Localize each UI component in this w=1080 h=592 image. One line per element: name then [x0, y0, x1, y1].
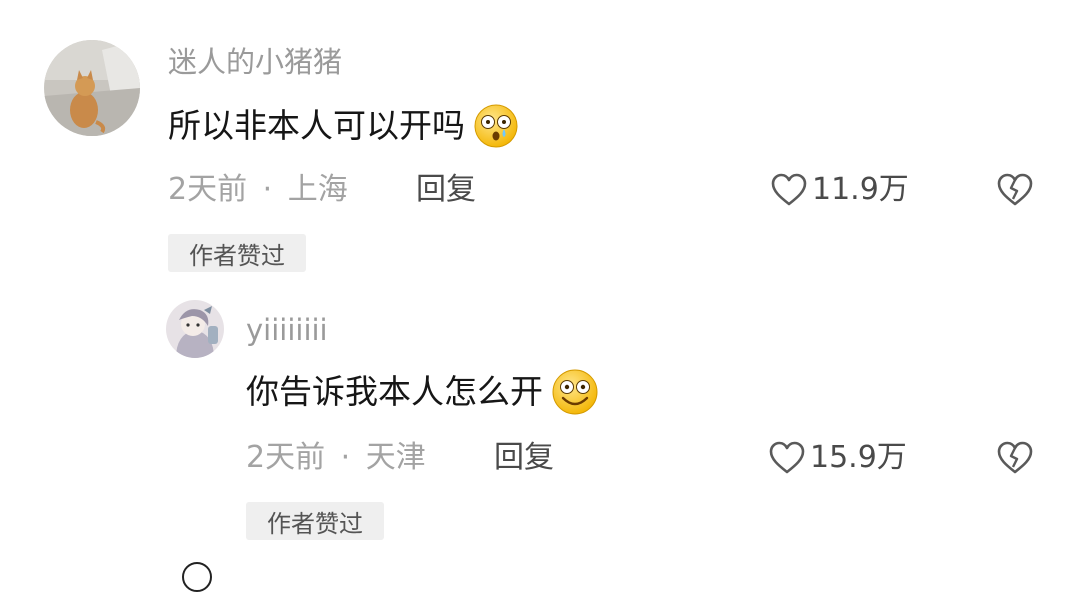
comment-meta: 2天前 · 上海	[168, 170, 348, 210]
reply-location: 天津	[365, 440, 426, 475]
reply-text-row: 你告诉我本人怎么开	[246, 368, 599, 416]
reply-button[interactable]: 回复	[494, 438, 554, 478]
author-liked-badge: 作者赞过	[246, 502, 384, 540]
reply-username[interactable]: yiiiiiiii	[246, 312, 328, 348]
heart-outline-icon	[770, 172, 808, 208]
illustrated-avatar-image	[166, 300, 224, 358]
comment-username[interactable]: 迷人的小猪猪	[168, 44, 342, 80]
reply-button[interactable]: 回复	[416, 170, 476, 210]
heart-outline-icon	[768, 440, 806, 476]
comment-location: 上海	[287, 172, 348, 207]
like-count: 15.9万	[810, 440, 907, 475]
author-liked-badge: 作者赞过	[168, 234, 306, 272]
dislike-button[interactable]	[996, 172, 1034, 208]
grinning-face-emoji-icon	[551, 368, 599, 416]
broken-heart-icon	[997, 441, 1033, 474]
like-button[interactable]: 15.9万	[768, 438, 907, 478]
meta-separator: ·	[262, 172, 273, 207]
avatar[interactable]	[166, 300, 224, 358]
reply-meta: 2天前 · 天津	[246, 438, 426, 478]
comment-time: 2天前	[168, 172, 248, 207]
dislike-button[interactable]	[996, 440, 1034, 476]
like-count: 11.9万	[812, 172, 909, 207]
reply-text: 你告诉我本人怎么开	[246, 372, 543, 411]
reply-time: 2天前	[246, 440, 326, 475]
cat-photo-avatar-image	[44, 40, 140, 136]
comment-text-row: 所以非本人可以开吗	[168, 104, 519, 148]
broken-heart-icon	[997, 173, 1033, 206]
avatar[interactable]	[44, 40, 140, 136]
shocked-face-emoji-icon	[473, 103, 519, 149]
comment-text: 所以非本人可以开吗	[168, 106, 465, 145]
like-button[interactable]: 11.9万	[770, 170, 909, 210]
meta-separator: ·	[340, 440, 351, 475]
